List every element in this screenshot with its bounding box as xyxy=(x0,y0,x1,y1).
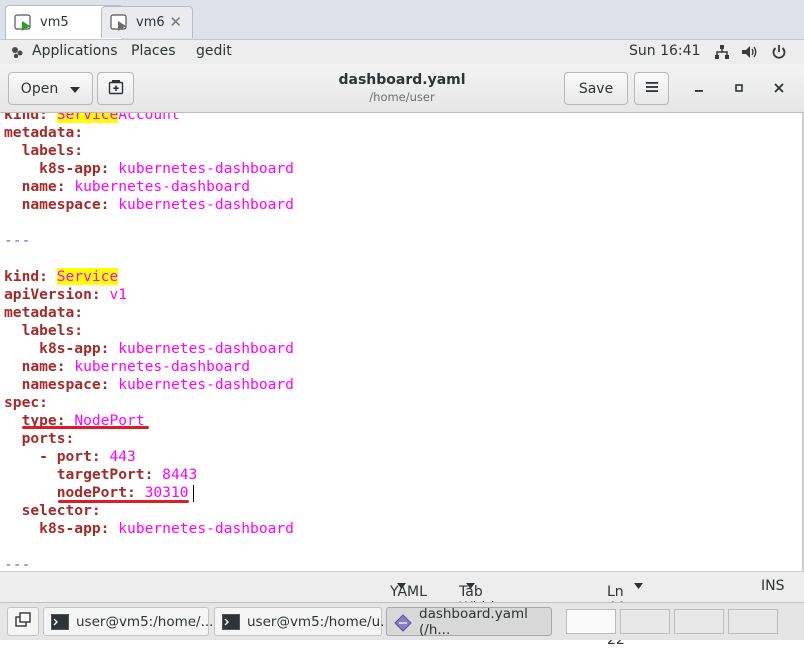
code-line: namespace: kubernetes-dashboard xyxy=(21,196,294,213)
insert-mode: INS xyxy=(761,578,785,594)
minimize-button[interactable] xyxy=(687,77,711,101)
close-icon[interactable]: ✕ xyxy=(169,13,182,31)
annotation-underline-type xyxy=(22,426,149,429)
workspace-3[interactable] xyxy=(674,609,724,634)
taskbar-item-label: user@vm5:/home/... xyxy=(76,613,214,630)
text-cursor xyxy=(193,485,194,502)
open-button[interactable]: Open xyxy=(8,72,93,105)
code-line: kind: Service xyxy=(4,268,119,285)
text-editor[interactable]: kind: ServiceAccount metadata: labels: k… xyxy=(0,113,804,571)
workspace-1[interactable] xyxy=(566,609,616,634)
terminal-icon xyxy=(222,613,240,630)
vm-tab-vm6[interactable]: vm6 ✕ xyxy=(101,6,193,38)
taskbar-item-gedit[interactable]: dashboard.yaml (/h... xyxy=(386,605,552,638)
clock[interactable]: Sun 16:41 xyxy=(629,43,700,59)
open-label: Open xyxy=(20,80,59,97)
code-line: name: kubernetes-dashboard xyxy=(21,178,251,195)
taskbar: user@vm5:/home/... user@vm5:/home/u... d… xyxy=(0,602,804,640)
title-block: dashboard.yaml /home/user xyxy=(250,72,554,104)
hamburger-icon xyxy=(645,81,659,97)
show-desktop-icon xyxy=(15,611,31,632)
code-line: metadata: xyxy=(4,304,84,321)
new-document-button[interactable] xyxy=(97,72,134,105)
save-button[interactable]: Save xyxy=(564,72,628,105)
chevron-down-icon xyxy=(70,81,81,97)
vm-tab-label: vm6 xyxy=(136,15,165,30)
applications-menu[interactable]: Applications xyxy=(32,43,118,59)
document-path: /home/user xyxy=(369,90,435,104)
code-line: labels: xyxy=(21,142,84,159)
maximize-icon xyxy=(734,81,744,97)
vm-play-icon xyxy=(14,13,34,33)
code-line: selector: xyxy=(21,502,101,519)
code-line: kind: ServiceAccount xyxy=(4,113,180,124)
code-line: ports: xyxy=(21,430,75,447)
document-title: dashboard.yaml xyxy=(338,72,466,88)
new-tab-icon xyxy=(108,79,124,99)
code-line: labels: xyxy=(21,322,84,339)
annotation-underline-nodeport xyxy=(58,500,189,503)
taskbar-item-label: user@vm5:/home/u... xyxy=(247,613,394,630)
code-line: targetPort: 8443 xyxy=(56,466,198,483)
menu-button[interactable] xyxy=(634,72,669,105)
code-line: apiVersion: v1 xyxy=(4,286,128,303)
vm-play-icon xyxy=(110,13,130,33)
close-icon xyxy=(774,81,784,97)
workspace-2[interactable] xyxy=(620,609,670,634)
tab-width-selector[interactable]: Tab Width: 8 xyxy=(459,578,504,632)
code-line: k8s-app: kubernetes-dashboard xyxy=(39,160,294,177)
code-line: - port: 443 xyxy=(39,448,136,465)
close-window-button[interactable] xyxy=(767,77,791,101)
code-line: --- xyxy=(4,232,31,249)
taskbar-item-label: dashboard.yaml (/h... xyxy=(419,605,528,638)
code-line: metadata: xyxy=(4,124,84,141)
language-label: YAML xyxy=(390,584,427,600)
header-bar: Open dashboard.yaml /home/user Save xyxy=(0,64,804,113)
code-line: spec: xyxy=(4,394,48,411)
network-icon[interactable] xyxy=(714,44,730,64)
gnome-top-bar: Applications Places gedit Sun 16:41 xyxy=(0,40,804,64)
vm-tab-strip: vm5 ✕ vm6 ✕ xyxy=(0,0,804,40)
minimize-icon xyxy=(694,81,704,97)
status-bar: YAML Tab Width: 8 Ln 44, Col 22 INS xyxy=(0,571,804,648)
code-line: namespace: kubernetes-dashboard xyxy=(21,376,294,393)
code-line: k8s-app: kubernetes-dashboard xyxy=(39,340,294,357)
maximize-button[interactable] xyxy=(727,77,751,101)
code-line: name: kubernetes-dashboard xyxy=(21,358,251,375)
terminal-icon xyxy=(51,613,69,630)
taskbar-item-terminal-2[interactable]: user@vm5:/home/u... xyxy=(214,607,393,636)
workspace-4[interactable] xyxy=(728,609,778,634)
code-line: k8s-app: kubernetes-dashboard xyxy=(39,520,294,537)
code-line: --- xyxy=(4,556,31,571)
applications-icon xyxy=(9,44,25,64)
cursor-position[interactable]: Ln 44, Col 22 xyxy=(607,578,643,648)
vm-tab-label: vm5 xyxy=(40,15,69,30)
language-selector[interactable]: YAML xyxy=(390,578,427,600)
places-menu[interactable]: Places xyxy=(131,43,176,59)
active-app-menu[interactable]: gedit xyxy=(196,43,232,59)
gedit-icon xyxy=(394,613,412,632)
show-desktop-button[interactable] xyxy=(7,607,39,636)
taskbar-item-terminal-1[interactable]: user@vm5:/home/... xyxy=(43,607,213,636)
power-icon[interactable] xyxy=(771,44,787,64)
volume-icon[interactable] xyxy=(741,44,759,64)
